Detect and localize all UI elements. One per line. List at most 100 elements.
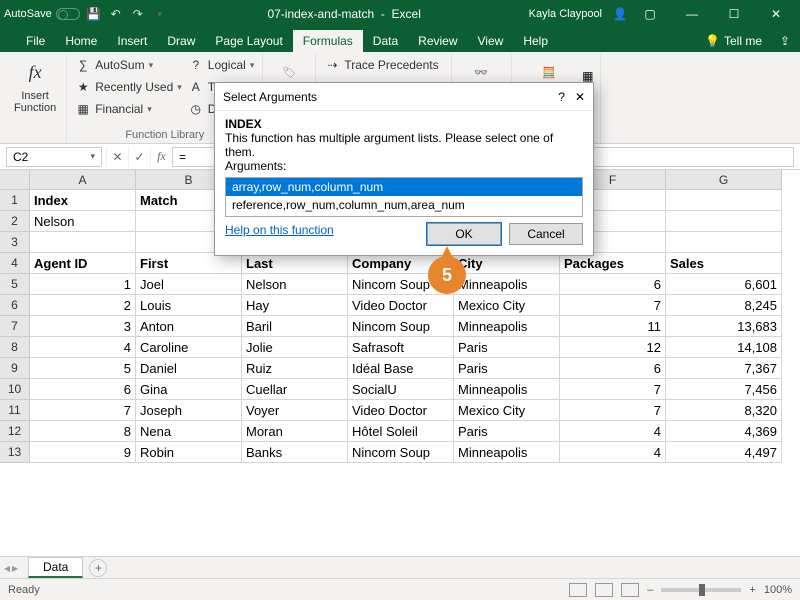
row-header[interactable]: 7 <box>0 316 30 337</box>
cell[interactable]: 4 <box>560 442 666 463</box>
row-header[interactable]: 2 <box>0 211 30 232</box>
cell[interactable]: 7 <box>30 400 136 421</box>
page-break-view-button[interactable] <box>621 583 639 597</box>
cell[interactable]: Nelson <box>242 274 348 295</box>
tab-page-layout[interactable]: Page Layout <box>205 30 292 52</box>
autosum-button[interactable]: ∑AutoSum▾ <box>73 54 184 76</box>
calc-now-icon[interactable]: ▦ <box>582 69 593 83</box>
cancel-button[interactable]: Cancel <box>509 223 583 245</box>
normal-view-button[interactable] <box>569 583 587 597</box>
cell[interactable]: Packages <box>560 253 666 274</box>
trace-precedents-button[interactable]: ⇢Trace Precedents <box>322 54 444 76</box>
tab-insert[interactable]: Insert <box>107 30 157 52</box>
save-icon[interactable]: 💾 <box>86 6 102 22</box>
zoom-level[interactable]: 100% <box>764 584 792 596</box>
zoom-in-button[interactable]: + <box>749 584 755 596</box>
cell[interactable]: Cuellar <box>242 379 348 400</box>
cell[interactable]: Daniel <box>136 358 242 379</box>
undo-icon[interactable]: ↶ <box>108 6 124 22</box>
ribbon-options-icon[interactable]: ▢ <box>630 0 670 28</box>
financial-button[interactable]: ▦Financial▾ <box>73 98 184 120</box>
cell[interactable]: Caroline <box>136 337 242 358</box>
cell[interactable]: 13,683 <box>666 316 782 337</box>
cell[interactable]: Joel <box>136 274 242 295</box>
cell[interactable]: 8,320 <box>666 400 782 421</box>
cell[interactable]: Paris <box>454 421 560 442</box>
cell[interactable]: Hay <box>242 295 348 316</box>
row-header[interactable]: 11 <box>0 400 30 421</box>
user-avatar-icon[interactable]: 👤 <box>612 6 628 22</box>
cancel-formula-button[interactable]: ✕ <box>106 147 128 167</box>
arguments-listbox[interactable]: array,row_num,column_num reference,row_n… <box>225 177 583 217</box>
cell[interactable]: Safrasoft <box>348 337 454 358</box>
cell[interactable]: City <box>454 253 560 274</box>
cell[interactable]: 7 <box>560 295 666 316</box>
cell[interactable]: 8,245 <box>666 295 782 316</box>
cell[interactable]: Nincom Soup <box>348 442 454 463</box>
row-header[interactable]: 1 <box>0 190 30 211</box>
cell[interactable]: Voyer <box>242 400 348 421</box>
cell[interactable]: 4 <box>560 421 666 442</box>
tab-help[interactable]: Help <box>513 30 558 52</box>
cell[interactable]: Video Doctor <box>348 400 454 421</box>
cell[interactable]: Louis <box>136 295 242 316</box>
cell[interactable]: First <box>136 253 242 274</box>
cell[interactable]: 6 <box>560 358 666 379</box>
add-sheet-button[interactable]: + <box>89 559 107 577</box>
cell[interactable]: Minneapolis <box>454 379 560 400</box>
cell[interactable]: Joseph <box>136 400 242 421</box>
col-header[interactable]: G <box>666 170 782 190</box>
page-layout-view-button[interactable] <box>595 583 613 597</box>
row-header[interactable]: 9 <box>0 358 30 379</box>
cell[interactable]: Idéal Base <box>348 358 454 379</box>
zoom-out-button[interactable]: – <box>647 584 653 596</box>
row-header[interactable]: 13 <box>0 442 30 463</box>
cell[interactable]: Minneapolis <box>454 442 560 463</box>
enter-formula-button[interactable]: ✓ <box>128 147 150 167</box>
logical-button[interactable]: ?Logical▾ <box>186 54 257 76</box>
cell[interactable]: Nena <box>136 421 242 442</box>
cell[interactable]: Robin <box>136 442 242 463</box>
cell[interactable]: 14,108 <box>666 337 782 358</box>
toggle-off-icon[interactable] <box>56 8 80 20</box>
insert-function-button[interactable]: fx Insert Function <box>10 54 60 116</box>
cell[interactable]: 7,367 <box>666 358 782 379</box>
autosave-toggle[interactable]: AutoSave <box>4 8 80 20</box>
cell[interactable]: Paris <box>454 358 560 379</box>
cell[interactable]: 4 <box>30 337 136 358</box>
cell[interactable]: SocialU <box>348 379 454 400</box>
cell[interactable]: Hôtel Soleil <box>348 421 454 442</box>
cell[interactable]: 6,601 <box>666 274 782 295</box>
share-button[interactable]: ⇪ <box>770 30 800 52</box>
cell[interactable]: Banks <box>242 442 348 463</box>
tell-me-search[interactable]: 💡 Tell me <box>697 30 770 52</box>
row-header[interactable]: 3 <box>0 232 30 253</box>
cell[interactable]: Nincom Soup <box>348 316 454 337</box>
minimize-button[interactable]: — <box>672 0 712 28</box>
cell[interactable]: 6 <box>560 274 666 295</box>
tab-file[interactable]: File <box>16 30 55 52</box>
zoom-slider[interactable] <box>661 588 741 592</box>
cell[interactable]: 5 <box>30 358 136 379</box>
cell[interactable]: Moran <box>242 421 348 442</box>
ok-button[interactable]: OK <box>427 223 501 245</box>
cell[interactable]: 4,497 <box>666 442 782 463</box>
cell[interactable]: 12 <box>560 337 666 358</box>
col-header[interactable]: A <box>30 170 136 190</box>
cell[interactable]: 11 <box>560 316 666 337</box>
cell[interactable]: Paris <box>454 337 560 358</box>
row-header[interactable]: 12 <box>0 421 30 442</box>
dialog-close-button[interactable]: ✕ <box>575 90 585 104</box>
name-box[interactable]: C2▾ <box>6 147 102 167</box>
cell[interactable] <box>666 190 782 211</box>
cell[interactable]: Ruiz <box>242 358 348 379</box>
dialog-help-button[interactable]: ? <box>558 90 565 104</box>
cell[interactable]: 1 <box>30 274 136 295</box>
redo-icon[interactable]: ↷ <box>130 6 146 22</box>
cell[interactable]: Minneapolis <box>454 316 560 337</box>
user-name[interactable]: Kayla Claypool <box>521 8 610 20</box>
cell[interactable]: Nelson <box>30 211 136 232</box>
cell[interactable]: Jolie <box>242 337 348 358</box>
cell[interactable]: 6 <box>30 379 136 400</box>
tab-home[interactable]: Home <box>55 30 107 52</box>
